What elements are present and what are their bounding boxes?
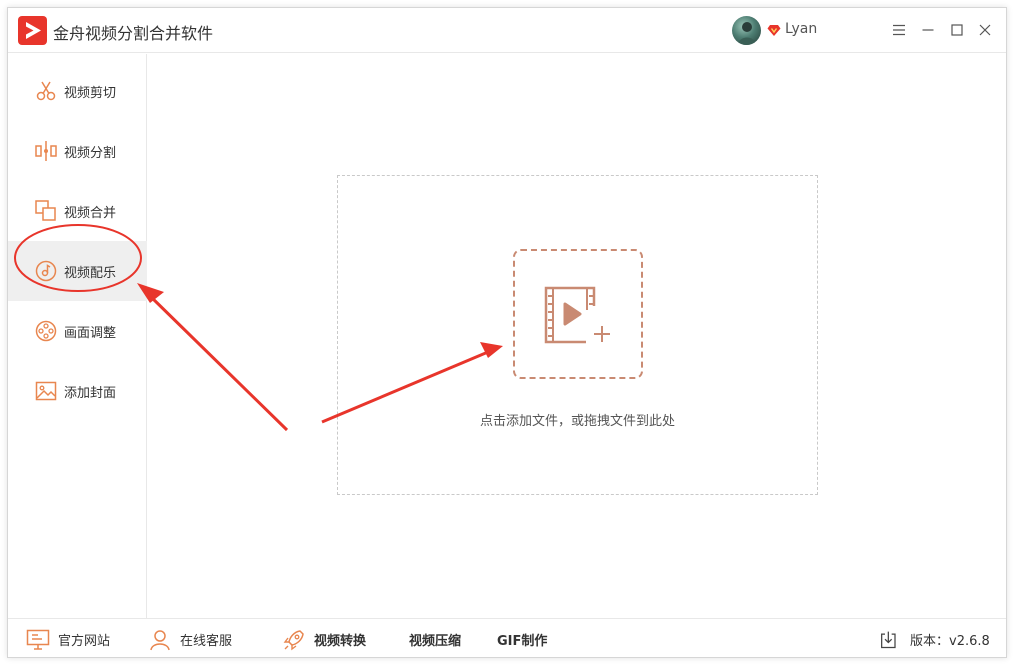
- sidebar-item-video-merge[interactable]: 视频合并: [8, 181, 147, 241]
- gif-maker-label: GIF制作: [497, 634, 548, 649]
- drop-hint-text: 点击添加文件，或拖拽文件到此处: [479, 414, 675, 429]
- video-convert-label: 视频转换: [314, 634, 367, 649]
- download-icon: [881, 631, 896, 648]
- video-compress-link[interactable]: 视频压缩: [409, 619, 462, 657]
- add-video-icon: [544, 286, 610, 344]
- official-website-label: 官方网站: [58, 634, 111, 649]
- sidebar-item-label: 视频剪切: [64, 85, 117, 101]
- app-window: 金舟视频分割合并软件 Lyan 视频剪切 视频分割 视频合并 视频配乐 画面调整…: [7, 7, 1007, 658]
- official-website-link[interactable]: 官方网站: [26, 619, 111, 657]
- version-label: 版本：v2.6.8: [910, 634, 990, 649]
- video-compress-label: 视频压缩: [409, 634, 462, 649]
- sidebar-item-label: 添加封面: [64, 385, 117, 401]
- sidebar-item-video-music[interactable]: 视频配乐: [8, 241, 147, 301]
- sidebar-item-label: 视频合并: [64, 205, 117, 221]
- sidebar-item-label: 视频分割: [64, 145, 117, 161]
- add-file-button[interactable]: [513, 249, 643, 379]
- bottom-bar: 官方网站 在线客服 视频转换 视频压缩 GIF制作 版本：v2.6.8: [8, 618, 1006, 657]
- scissors-icon: [36, 81, 56, 101]
- sidebar-item-picture-adjust[interactable]: 画面调整: [8, 301, 147, 361]
- online-support-label: 在线客服: [180, 634, 233, 649]
- menu-icon[interactable]: [888, 19, 910, 41]
- close-icon[interactable]: [974, 19, 996, 41]
- gif-maker-link[interactable]: GIF制作: [497, 619, 548, 657]
- video-convert-link[interactable]: 视频转换: [282, 619, 367, 657]
- music-icon: [35, 260, 57, 282]
- sidebar-item-label: 视频配乐: [64, 265, 117, 281]
- sidebar-item-video-split[interactable]: 视频分割: [8, 121, 147, 181]
- main-content: 点击添加文件，或拖拽文件到此处: [148, 54, 1006, 618]
- merge-icon: [35, 200, 56, 221]
- sidebar-item-video-cut[interactable]: 视频剪切: [8, 61, 147, 121]
- file-drop-zone[interactable]: 点击添加文件，或拖拽文件到此处: [337, 175, 818, 495]
- play-logo-icon: [18, 16, 47, 45]
- maximize-icon[interactable]: [946, 19, 968, 41]
- app-title: 金舟视频分割合并软件: [53, 24, 214, 43]
- sidebar-item-label: 画面调整: [64, 325, 117, 341]
- avatar[interactable]: [732, 16, 761, 45]
- rocket-icon: [283, 629, 304, 650]
- user-support-icon: [150, 629, 170, 650]
- username[interactable]: Lyan: [785, 21, 817, 37]
- film-reel-icon: [35, 320, 57, 342]
- version-info[interactable]: 版本：v2.6.8: [880, 619, 990, 657]
- online-support-link[interactable]: 在线客服: [148, 619, 233, 657]
- split-icon: [35, 141, 57, 161]
- monitor-icon: [26, 629, 50, 650]
- image-icon: [35, 381, 57, 401]
- title-bar: 金舟视频分割合并软件 Lyan: [8, 8, 1006, 53]
- vip-diamond-icon: [767, 25, 781, 36]
- sidebar: 视频剪切 视频分割 视频合并 视频配乐 画面调整 添加封面: [8, 54, 147, 618]
- sidebar-item-add-cover[interactable]: 添加封面: [8, 361, 147, 421]
- minimize-icon[interactable]: [917, 19, 939, 41]
